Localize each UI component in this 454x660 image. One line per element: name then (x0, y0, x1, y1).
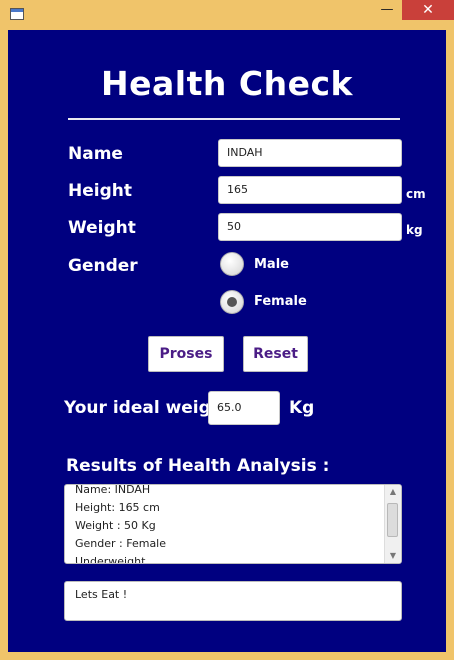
results-heading: Results of Health Analysis : (66, 456, 330, 476)
ideal-weight-output: 65.0 (208, 391, 280, 425)
results-textarea[interactable]: Name: INDAH Height: 165 cm Weight : 50 K… (64, 484, 402, 564)
result-line: Height: 165 cm (75, 501, 160, 514)
result-line: Name: INDAH (75, 484, 151, 496)
gender-female-label: Female (254, 294, 307, 309)
height-unit: cm (406, 187, 426, 201)
close-button[interactable]: ✕ (402, 0, 454, 20)
gender-male-label: Male (254, 257, 289, 272)
message-textbox[interactable]: Lets Eat ! (64, 581, 402, 621)
scroll-thumb[interactable] (387, 503, 398, 537)
title-bar: — ☐ ✕ (0, 0, 454, 28)
name-input[interactable]: INDAH (218, 139, 402, 167)
app-window-icon (10, 8, 24, 20)
title-divider (68, 118, 400, 120)
gender-female-radio[interactable] (220, 290, 244, 314)
result-line: Weight : 50 Kg (75, 519, 156, 532)
scroll-down-icon[interactable]: ▼ (385, 549, 401, 563)
ideal-weight-unit: Kg (289, 398, 315, 418)
results-scrollbar[interactable]: ▲ ▼ (384, 485, 401, 563)
height-input[interactable]: 165 (218, 176, 402, 204)
height-label: Height (68, 181, 132, 201)
weight-unit: kg (406, 223, 423, 237)
minimize-button[interactable]: — (374, 0, 400, 20)
result-line: Underweight (75, 555, 146, 564)
gender-male-radio[interactable] (220, 252, 244, 276)
results-lines: Name: INDAH Height: 165 cm Weight : 50 K… (75, 484, 375, 564)
process-button[interactable]: Proses (148, 336, 224, 372)
scroll-up-icon[interactable]: ▲ (385, 485, 401, 499)
reset-button[interactable]: Reset (243, 336, 308, 372)
ideal-weight-label: Your ideal weight (64, 398, 232, 418)
name-label: Name (68, 144, 123, 164)
page-title: Health Check (101, 64, 353, 103)
weight-input[interactable]: 50 (218, 213, 402, 241)
gender-label: Gender (68, 256, 138, 276)
result-line: Gender : Female (75, 537, 167, 550)
health-check-form: Health Check Name INDAH Height 165 cm We… (8, 30, 446, 652)
weight-label: Weight (68, 218, 136, 238)
